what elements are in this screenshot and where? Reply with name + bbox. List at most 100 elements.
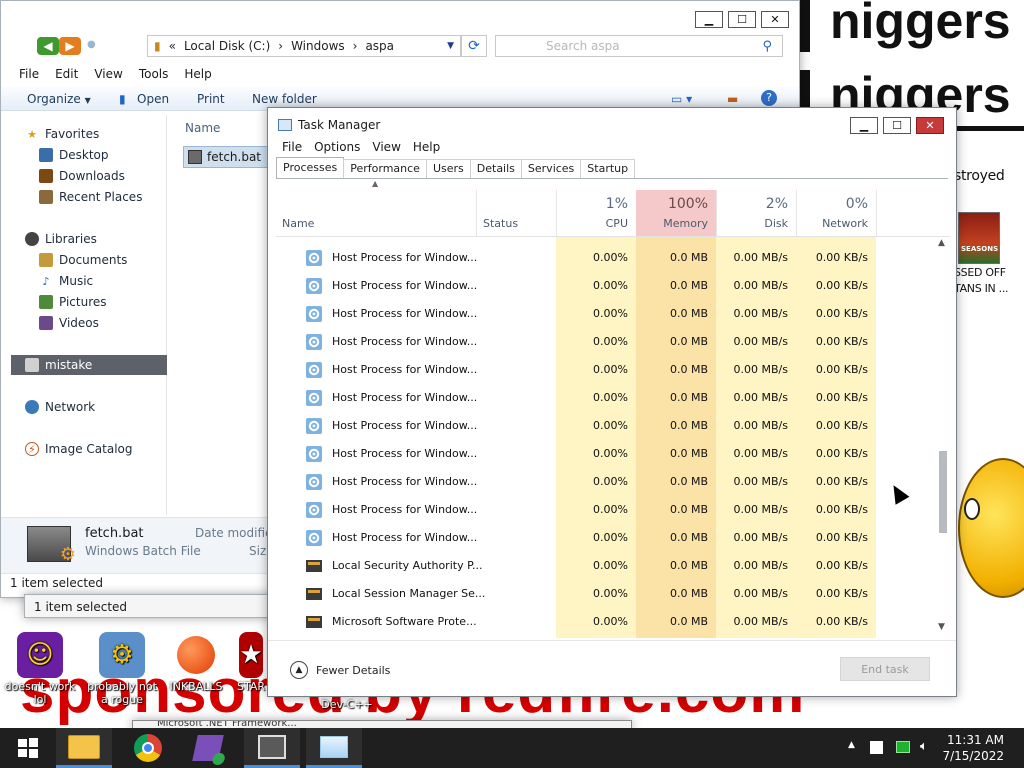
sidebar-item-pictures[interactable]: Pictures — [39, 293, 107, 311]
desktop-icon-yahoo[interactable]: ☺ doesn't work lol — [2, 632, 78, 706]
maximize-button[interactable]: ☐ — [728, 11, 756, 28]
view-options-icon[interactable]: ▭ ▾ — [671, 92, 692, 106]
sidebar-libraries[interactable]: Libraries — [25, 230, 97, 248]
close-button[interactable]: ✕ — [916, 117, 944, 134]
scrollbar-thumb[interactable] — [939, 451, 947, 533]
sidebar-favorites[interactable]: ★ Favorites — [25, 125, 99, 143]
file-item-fetch-bat[interactable]: fetch.bat — [183, 146, 269, 168]
sidebar-item-documents[interactable]: Documents — [39, 251, 127, 269]
background-explorer-status[interactable]: 1 item selected — [24, 594, 284, 618]
show-hidden-icons-icon[interactable]: ▲ — [848, 740, 855, 750]
fewer-details-button[interactable]: ▲ Fewer Details — [290, 661, 390, 679]
menu-file[interactable]: File — [282, 140, 302, 154]
scroll-up-icon[interactable]: ▲ — [938, 238, 945, 248]
minimize-button[interactable]: ▁ — [695, 11, 723, 28]
maximize-button[interactable]: ☐ — [883, 117, 911, 134]
breadcrumb-windows[interactable]: Windows — [291, 39, 345, 53]
column-header-cpu[interactable]: 1% CPU — [556, 190, 636, 236]
process-row[interactable]: Host Process for Window... 0.00% 0.0 MB 0.0… — [276, 300, 876, 328]
recent-pages-icon[interactable]: ● — [87, 39, 96, 50]
taskbar-dotnet-installer[interactable] — [244, 728, 300, 768]
process-row[interactable]: Host Process for Window... 0.00% 0.0 MB 0.0… — [276, 384, 876, 412]
process-row[interactable]: Host Process for Window... 0.00% 0.0 MB 0.0… — [276, 412, 876, 440]
sidebar-item-network[interactable]: Network — [25, 398, 95, 416]
process-row[interactable]: Host Process for Window... 0.00% 0.0 MB 0.0… — [276, 244, 876, 272]
column-header-network[interactable]: 0% Network — [796, 190, 876, 236]
menu-view[interactable]: View — [86, 65, 130, 83]
print-button[interactable]: Print — [197, 92, 225, 106]
close-button[interactable]: ✕ — [761, 11, 789, 28]
sidebar-item-videos[interactable]: Videos — [39, 314, 99, 332]
process-row[interactable]: Local Security Authority P... 0.00% 0.0 MB… — [276, 552, 876, 580]
minimize-button[interactable]: ▁ — [850, 117, 878, 134]
search-input[interactable]: Search aspa ⚲ — [495, 35, 783, 57]
menu-file[interactable]: File — [11, 65, 47, 83]
menu-help[interactable]: Help — [176, 65, 219, 83]
breadcrumb-aspa[interactable]: aspa — [365, 39, 394, 53]
tab-services[interactable]: Services — [520, 159, 582, 179]
process-row[interactable]: Local Session Manager Se... 0.00% 0.0 MB 0.… — [276, 580, 876, 608]
sidebar-item-recent-places[interactable]: Recent Places — [39, 188, 142, 206]
tab-processes[interactable]: Processes — [276, 157, 345, 179]
menu-tools[interactable]: Tools — [131, 65, 177, 83]
tab-startup[interactable]: Startup — [580, 159, 636, 179]
column-header-name[interactable]: Name — [276, 190, 476, 236]
column-header-status[interactable]: Status — [476, 190, 556, 236]
breadcrumb-local-disk[interactable]: Local Disk (C:) — [184, 39, 270, 53]
organize-button[interactable]: Organize ▼ — [27, 92, 91, 106]
desktop-icon-devcpp[interactable]: Dev-C++ — [312, 698, 382, 711]
process-row[interactable]: Host Process for Window... 0.00% 0.0 MB 0.0… — [276, 356, 876, 384]
forward-arrow-icon[interactable]: ▶ — [59, 37, 81, 55]
action-center-icon[interactable] — [870, 741, 883, 754]
refresh-icon[interactable]: ⟳ — [461, 35, 487, 57]
sidebar-item-desktop[interactable]: Desktop — [39, 146, 109, 164]
process-row[interactable]: Host Process for Window... 0.00% 0.0 MB 0.0… — [276, 468, 876, 496]
sidebar-item-mistake[interactable]: mistake — [25, 356, 92, 374]
vertical-scrollbar[interactable]: ▲ ▼ — [936, 236, 950, 638]
process-row[interactable]: Host Process for Window... 0.00% 0.0 MB 0.0… — [276, 524, 876, 552]
tab-performance[interactable]: Performance — [343, 159, 427, 179]
taskbar-chrome[interactable] — [120, 728, 176, 768]
taskbar-clock[interactable]: 11:31 AM 7/15/2022 — [942, 732, 1004, 764]
process-net-value: 0.00 KB/s — [815, 503, 868, 516]
tab-details[interactable]: Details — [469, 159, 522, 179]
volume-icon[interactable]: 🔈︎ — [920, 739, 928, 754]
process-row[interactable]: Host Process for Window... 0.00% 0.0 MB 0.0… — [276, 272, 876, 300]
process-row[interactable]: Host Process for Window... 0.00% 0.0 MB 0.0… — [276, 328, 876, 356]
back-arrow-icon[interactable]: ◀ — [37, 37, 59, 55]
start-button[interactable] — [0, 728, 56, 768]
sidebar-item-downloads[interactable]: Downloads — [39, 167, 125, 185]
tab-users[interactable]: Users — [425, 159, 471, 179]
taskbar-visual-studio[interactable] — [180, 728, 236, 768]
process-row[interactable]: Host Process for Window... 0.00% 0.0 MB 0.0… — [276, 496, 876, 524]
new-folder-button[interactable]: New folder — [252, 92, 317, 106]
search-icon[interactable]: ⚲ — [762, 39, 772, 54]
process-row[interactable]: Host Process for Window... 0.00% 0.0 MB 0.0… — [276, 440, 876, 468]
task-manager-icon — [320, 735, 348, 758]
sidebar-item-music[interactable]: ♪ Music — [39, 272, 93, 290]
scroll-down-icon[interactable]: ▼ — [938, 622, 945, 632]
menu-help[interactable]: Help — [413, 140, 440, 154]
game-caption-1: SSED OFF — [954, 266, 1006, 279]
sidebar-item-image-catalog[interactable]: ⚡ Image Catalog — [25, 440, 132, 458]
open-button[interactable]: Open — [137, 92, 169, 106]
network-status-icon[interactable] — [896, 741, 910, 753]
taskbar-task-manager[interactable] — [306, 728, 362, 768]
address-bar[interactable]: ▮ « Local Disk (C:) › Windows › aspa ▼ — [147, 35, 461, 57]
libraries-icon — [25, 232, 39, 246]
desktop-icon-inkballs[interactable]: INKBALLS — [158, 632, 234, 693]
column-header-disk[interactable]: 2% Disk — [716, 190, 796, 236]
menu-view[interactable]: View — [372, 140, 400, 154]
menu-edit[interactable]: Edit — [47, 65, 86, 83]
menu-options[interactable]: Options — [314, 140, 360, 154]
task-manager-window[interactable]: Task Manager ▁ ☐ ✕ File Options View Hel… — [267, 107, 957, 697]
taskbar-file-explorer[interactable] — [56, 728, 112, 768]
column-header-memory[interactable]: 100% Memory — [636, 190, 716, 236]
preview-pane-icon[interactable]: ▬ — [727, 92, 738, 106]
address-dropdown-icon[interactable]: ▼ — [447, 41, 454, 51]
column-header-name[interactable]: Name — [185, 121, 220, 135]
end-task-button[interactable]: End task — [840, 657, 930, 681]
process-row[interactable]: Microsoft Software Prote... 0.00% 0.0 MB 0.… — [276, 608, 876, 636]
help-icon[interactable]: ? — [761, 90, 777, 106]
desktop-icon-rogue[interactable]: ⚙ probably not a rogue — [84, 632, 160, 706]
